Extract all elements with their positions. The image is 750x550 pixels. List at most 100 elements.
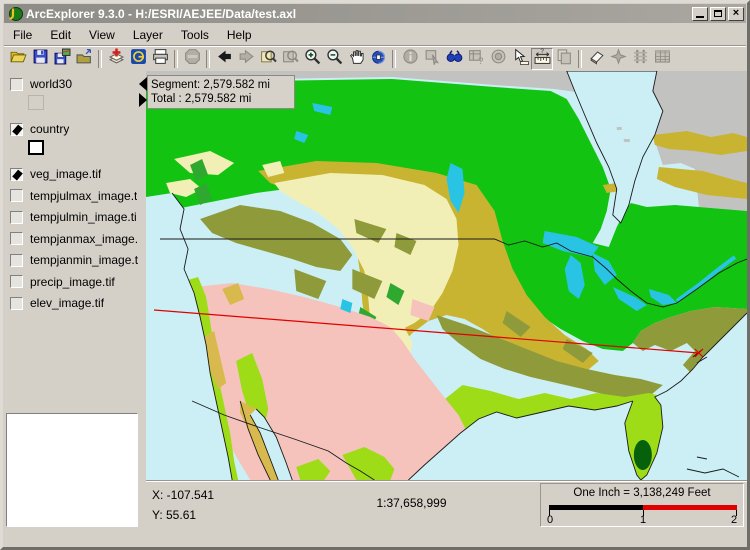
status-bar: X: -107.541 Y: 55.61 1:37,658,999 One In…	[146, 480, 747, 530]
toolbar-eraser-button[interactable]	[585, 48, 607, 70]
scalebar-tick-label: 1	[640, 514, 647, 526]
window-bottom-frame	[4, 529, 746, 547]
layer-label: tempjanmin_image.t	[30, 253, 139, 267]
toolbar-query-builder-button: ?	[465, 48, 487, 70]
select-features-icon	[424, 48, 441, 70]
app-icon	[7, 6, 23, 22]
layer-label: world30	[30, 77, 73, 91]
open-project-icon	[9, 48, 27, 70]
toolbar-print-button[interactable]	[149, 48, 171, 70]
clear-selection-icon	[609, 47, 627, 70]
layer-checkbox[interactable]	[10, 189, 23, 202]
legend-swatch-world30	[28, 95, 44, 110]
layer-item-tempjulmin-image-ti[interactable]: tempjulmin_image.ti	[10, 209, 140, 225]
layer-checkbox[interactable]	[10, 210, 23, 224]
toolbar-pan-one-button[interactable]	[367, 48, 389, 70]
stop-icon	[184, 48, 201, 70]
checkmark-icon	[12, 169, 23, 180]
scalebar-red-segment	[643, 505, 737, 510]
map-panel: Segment: 2,579.582 mi Total : 2,579.582 …	[146, 71, 747, 480]
toolbar: ??	[4, 45, 746, 71]
toolbar-forward-button	[235, 48, 257, 70]
layer-checkbox[interactable]	[10, 253, 23, 267]
close-icon: ×	[732, 6, 740, 19]
toolbar-measure-button[interactable]: ?	[531, 47, 553, 70]
identify-icon	[402, 48, 419, 70]
menu-tools[interactable]: Tools	[172, 26, 218, 44]
layer-checkbox[interactable]	[10, 77, 23, 91]
layer-item-world30[interactable]: world30	[10, 76, 140, 92]
zoom-in-icon	[304, 48, 321, 70]
layer-label: tempjulmax_image.t	[30, 188, 138, 203]
layer-label: tempjulmin_image.ti	[30, 210, 137, 224]
cursor-y: Y: 55.61	[152, 508, 197, 522]
toolbar-zoom-out-button[interactable]	[323, 48, 345, 70]
toolbar-open-project-button[interactable]	[7, 48, 29, 70]
menu-help[interactable]: Help	[218, 26, 261, 44]
menu-file[interactable]: File	[4, 26, 41, 44]
toolbar-buffer-button	[487, 48, 509, 70]
layer-item-country[interactable]: country	[10, 121, 140, 137]
eraser-icon	[588, 48, 605, 70]
layer-label: veg_image.tif	[30, 167, 102, 181]
toolbar-zoom-full-extent-button[interactable]	[257, 48, 279, 70]
toolbar-export-folder-button[interactable]	[73, 48, 95, 70]
pan-icon	[348, 48, 365, 70]
collapse-right-icon[interactable]	[139, 93, 147, 107]
layer-checkbox[interactable]	[10, 296, 23, 310]
layer-item-precip-image-tif[interactable]: precip_image.tif	[10, 274, 140, 290]
maximize-button[interactable]	[710, 6, 726, 21]
maximize-icon	[714, 10, 722, 17]
collapse-left-icon[interactable]	[139, 77, 147, 91]
measure-total: Total : 2,579.582 mi	[151, 93, 252, 105]
menu-bar: File Edit View Layer Tools Help	[4, 24, 746, 45]
layer-label: tempjanmax_image.	[30, 231, 139, 246]
copy-map-icon	[556, 48, 573, 70]
back-icon	[216, 48, 233, 70]
overview-panel	[6, 413, 138, 527]
toolbar-zoom-active-layer-button	[279, 48, 301, 70]
save-icon	[32, 48, 49, 70]
map-canvas[interactable]	[146, 71, 747, 480]
layer-label: elev_image.tif	[30, 296, 105, 310]
toolbar-copy-map-button	[553, 48, 575, 70]
toolbar-save-as-button[interactable]	[51, 48, 73, 70]
sidebar-splitter[interactable]	[139, 71, 147, 527]
menu-edit[interactable]: Edit	[41, 26, 80, 44]
toolbar-save-button[interactable]	[29, 48, 51, 70]
close-button[interactable]: ×	[728, 6, 744, 21]
layer-item-tempjanmin-image-t[interactable]: tempjanmin_image.t	[10, 252, 140, 268]
toolbar-separator	[174, 49, 178, 68]
select-tool-icon	[512, 48, 529, 70]
toolbar-stop-button	[181, 48, 203, 70]
layer-checkbox[interactable]	[10, 122, 23, 136]
toolbar-pan-button[interactable]	[345, 48, 367, 70]
layer-item-elev-image-tif[interactable]: elev_image.tif	[10, 295, 140, 311]
layer-item-veg-image-tif[interactable]: veg_image.tif	[10, 166, 140, 182]
toolbar-add-layers-button[interactable]	[105, 48, 127, 70]
toolbar-find-button[interactable]	[443, 48, 465, 70]
print-icon	[152, 48, 169, 70]
layer-checkbox[interactable]	[10, 167, 23, 181]
svg-text:?: ?	[478, 55, 483, 64]
menu-view[interactable]: View	[80, 26, 124, 44]
find-icon	[446, 48, 463, 70]
menu-layer[interactable]: Layer	[124, 26, 172, 44]
geography-network-icon	[130, 48, 147, 70]
layer-checkbox[interactable]	[10, 232, 23, 245]
layer-checkbox[interactable]	[10, 275, 23, 288]
minimize-icon	[696, 16, 704, 18]
layer-item-tempjanmax-image-[interactable]: tempjanmax_image.	[10, 231, 140, 247]
toolbar-zoom-in-button[interactable]	[301, 48, 323, 70]
titlebar[interactable]: ArcExplorer 9.3.0 - H:/ESRI/AEJEE/Data/t…	[4, 4, 746, 23]
scalebar-panel: One Inch = 3,138,249 Feet 0 1 2	[540, 483, 744, 527]
layer-label: country	[30, 122, 70, 136]
measure-icon: ?	[534, 47, 551, 70]
svg-text:?: ?	[540, 48, 544, 55]
toolbar-back-button[interactable]	[213, 48, 235, 70]
layer-item-tempjulmax-image-t[interactable]: tempjulmax_image.t	[10, 188, 140, 204]
forward-icon	[238, 48, 255, 70]
minimize-button[interactable]	[692, 6, 708, 21]
toolbar-geography-network-button[interactable]	[127, 48, 149, 70]
toolbar-select-tool-button[interactable]	[509, 48, 531, 70]
